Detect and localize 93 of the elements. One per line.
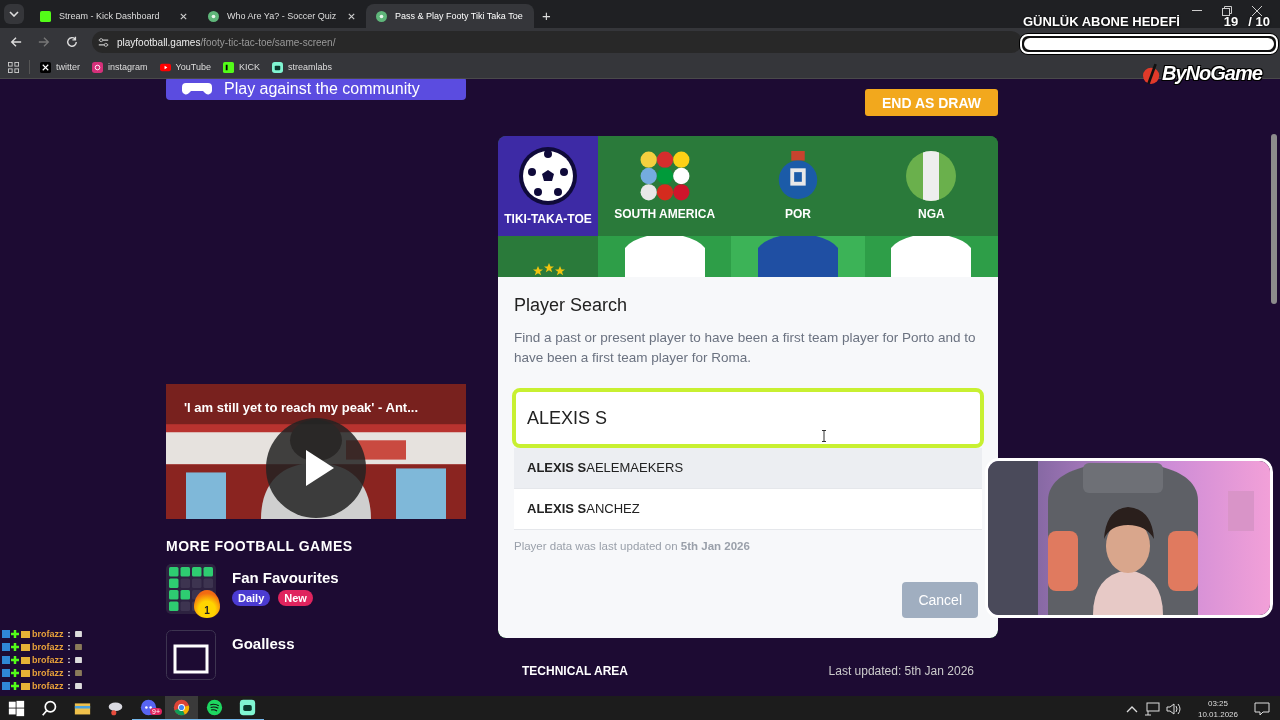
chat-separator: : xyxy=(67,642,71,652)
browser-tab[interactable]: Pass & Play Footy Tiki Taka Toe xyxy=(366,4,534,28)
app-logo-icon xyxy=(222,61,234,73)
category-label: SOUTH AMERICA xyxy=(614,207,716,221)
kick-icon xyxy=(40,10,51,22)
minimize-icon[interactable] xyxy=(1192,10,1202,12)
bookmark[interactable]: twitter xyxy=(40,61,80,73)
play-button[interactable] xyxy=(266,417,366,518)
chat-username: brofazz xyxy=(32,642,64,652)
game-logo-text: TIKI-TAKA-TOE xyxy=(504,212,592,226)
game-title[interactable]: Fan Favourites xyxy=(232,569,339,586)
game-title[interactable]: Goalless xyxy=(232,635,295,652)
football-icon xyxy=(518,146,578,206)
chat-separator: : xyxy=(67,655,71,665)
ball-icon xyxy=(208,10,219,22)
chat-separator: : xyxy=(67,668,71,678)
category-label: POR xyxy=(785,207,811,221)
section-heading: MORE FOOTBALL GAMES xyxy=(166,538,354,554)
close-icon[interactable] xyxy=(179,11,188,21)
board-cell[interactable] xyxy=(864,236,998,277)
category-label: NGA xyxy=(918,207,945,221)
last-updated-text: Last updated: 5th Jan 2026 xyxy=(828,664,974,678)
tab-list-button[interactable] xyxy=(4,4,24,24)
jersey-icon xyxy=(758,236,838,277)
reload-icon[interactable] xyxy=(66,36,78,48)
apps-grid-icon[interactable] xyxy=(8,61,19,73)
volume-icon[interactable] xyxy=(1165,701,1182,716)
bookmark[interactable]: streamlabs xyxy=(271,61,332,73)
search-prompt: Find a past or present player to have been a first team player for Porto and to have been a first team player for Roma. xyxy=(514,329,977,367)
bookmark[interactable]: instagram xyxy=(92,61,148,73)
play-icon xyxy=(159,61,171,73)
game-tag: Daily xyxy=(232,590,271,606)
chevron-icon xyxy=(9,11,19,17)
player-suggestion[interactable]: ALEXIS SANCHEZ xyxy=(514,489,982,530)
search-icon xyxy=(41,700,58,717)
chat-username: brofazz xyxy=(32,668,64,678)
board-cell[interactable] xyxy=(731,236,865,277)
goal-count: 19 xyxy=(1223,14,1239,29)
chat-badges-icon xyxy=(2,629,30,639)
browser-tab[interactable]: Who Are Ya? - Soccer Quiz xyxy=(198,4,366,28)
video-title: 'I am still yet to reach my peak' - Ant... xyxy=(184,399,418,415)
flags-icon xyxy=(639,151,690,201)
chat-username: brofazz xyxy=(32,681,64,691)
goal-icon[interactable] xyxy=(166,630,216,680)
network-icon[interactable] xyxy=(1143,701,1160,716)
clock[interactable]: 03:25 10.01.2026 xyxy=(1197,697,1238,720)
new-tab-button[interactable]: + xyxy=(538,7,555,24)
community-button[interactable]: Play against the community xyxy=(166,79,466,100)
goal-label: GÜNLÜK ABONE HEDEFİ xyxy=(1023,14,1180,29)
chat-badges-icon xyxy=(2,642,30,652)
chat-username: brofazz xyxy=(32,655,64,665)
scrollbar[interactable] xyxy=(1271,134,1277,304)
text-cursor-icon xyxy=(821,430,827,442)
browser-tab[interactable]: Stream - Kick Dashboard xyxy=(30,4,198,28)
brand-name: ByNoGame xyxy=(1162,62,1262,85)
player-suggestion[interactable]: ALEXIS SAELEMAEKERS xyxy=(514,448,982,489)
chat-badges-icon xyxy=(2,668,30,678)
notification-icon[interactable] xyxy=(1254,701,1270,716)
address-field[interactable]: playfootball.games/footy-tic-tac-toe/same-screen/ xyxy=(92,31,1022,53)
folder-icon xyxy=(74,700,91,717)
update-note: Player data was last updated on 5th Jan 2026 xyxy=(514,540,751,552)
streak-badge: 1 xyxy=(194,590,220,618)
bookmark[interactable]: YouTube xyxy=(159,61,211,73)
player-search-field[interactable]: ALEXIS S xyxy=(512,388,984,448)
taskbar-button[interactable] xyxy=(165,696,198,720)
close-icon[interactable] xyxy=(347,11,356,21)
chat-badges-icon xyxy=(2,655,30,665)
windows-icon xyxy=(8,700,25,717)
restore-icon[interactable] xyxy=(1222,6,1232,16)
brand-logo-icon xyxy=(1143,62,1161,85)
caret-icon[interactable] xyxy=(1125,704,1138,713)
dialog-title: Player Search xyxy=(514,295,629,316)
chat-separator: : xyxy=(67,629,71,639)
app-icon xyxy=(107,700,124,717)
footer-heading: TECHNICAL AREA xyxy=(522,664,628,678)
close-icon[interactable] xyxy=(1252,6,1262,16)
browser-icon xyxy=(173,699,190,716)
site-settings-icon[interactable] xyxy=(98,36,109,48)
chat-separator: : xyxy=(67,681,71,691)
app-logo-icon xyxy=(40,61,51,73)
bookmark[interactable]: KICK xyxy=(222,61,260,73)
chat-username: brofazz xyxy=(32,629,64,639)
goal-target: / 10 xyxy=(1248,14,1270,29)
flag-icon xyxy=(906,151,957,201)
app-logo-icon xyxy=(271,61,283,73)
music-icon xyxy=(206,699,223,716)
back-icon[interactable] xyxy=(10,36,22,48)
game-tag: New xyxy=(278,590,313,606)
board-cell[interactable] xyxy=(598,236,732,277)
forward-icon[interactable] xyxy=(38,36,50,48)
camera-icon xyxy=(92,61,103,73)
ball-icon xyxy=(376,10,387,22)
chat-badges-icon xyxy=(2,681,30,691)
